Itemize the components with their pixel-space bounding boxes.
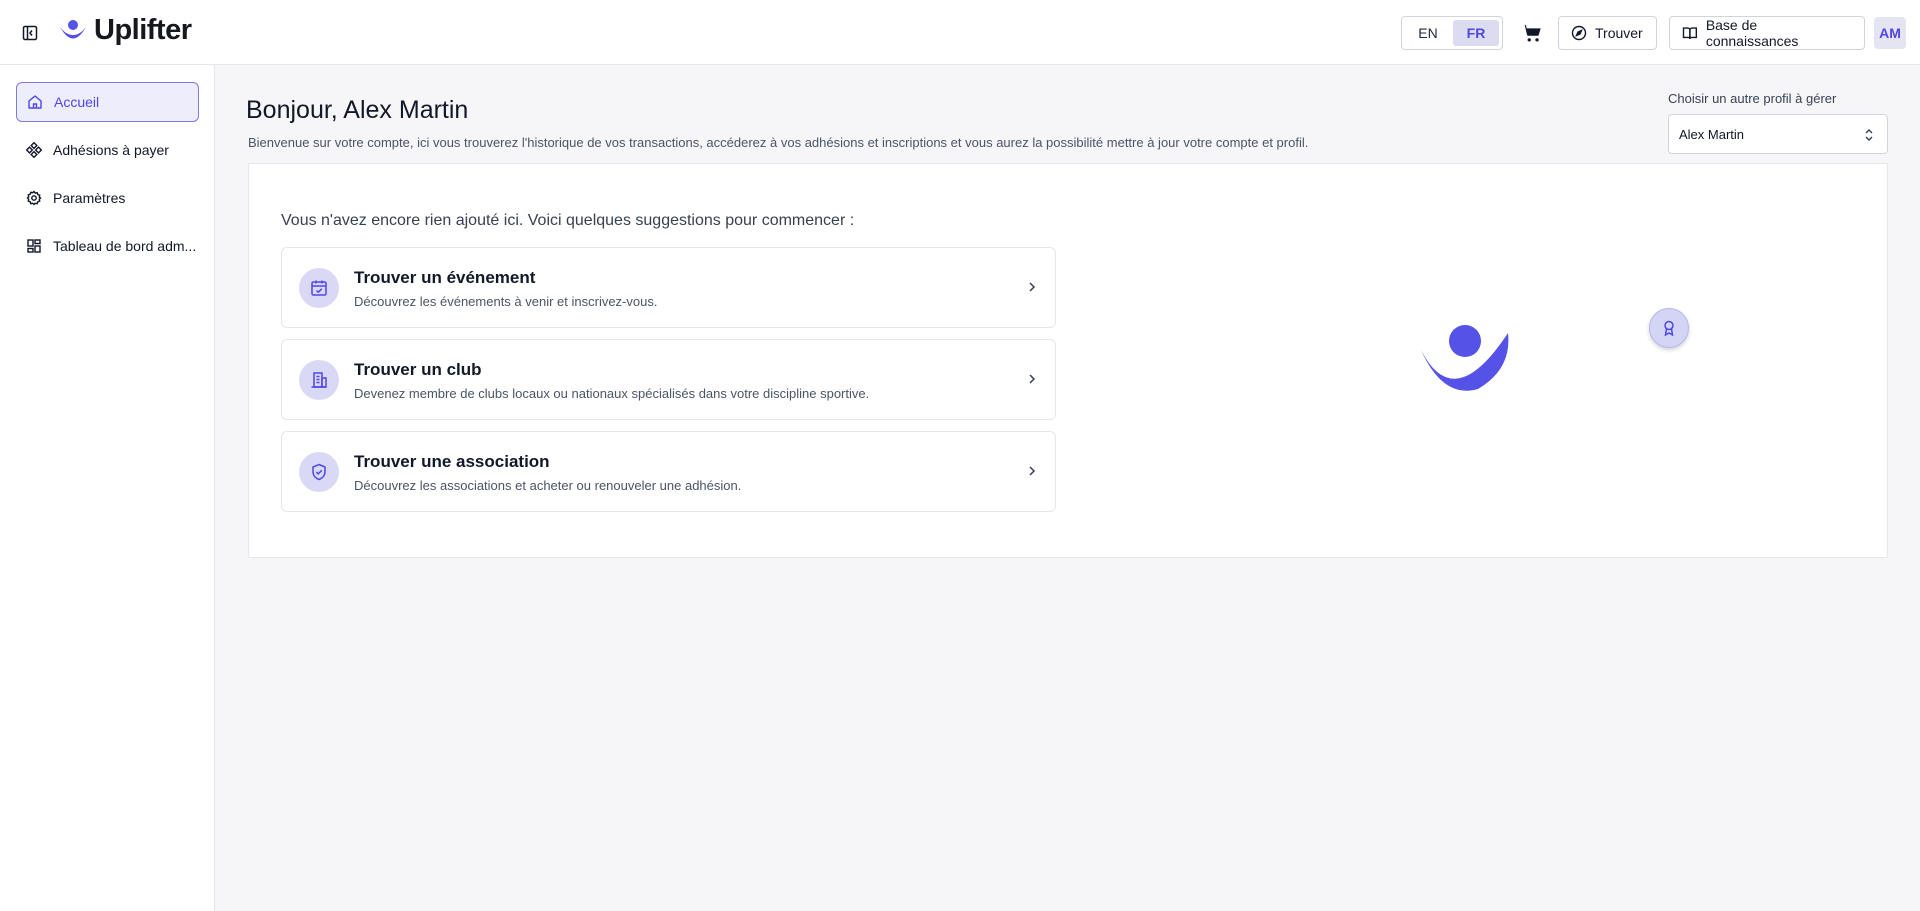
language-switcher: EN FR	[1401, 16, 1503, 50]
profile-select-label: Choisir un autre profil à gérer	[1668, 91, 1837, 106]
suggestion-description: Découvrez les associations et acheter ou…	[354, 478, 742, 493]
components-icon	[25, 141, 43, 159]
sidebar-item-label: Adhésions à payer	[53, 142, 169, 158]
sidebar-item-label: Tableau de bord adm...	[53, 238, 197, 254]
avatar[interactable]: AM	[1874, 17, 1906, 49]
chevron-right-icon	[1029, 466, 1036, 476]
chevron-right-icon	[1029, 374, 1036, 384]
award-icon	[1664, 320, 1674, 337]
sidebar-item-accueil[interactable]: Accueil	[16, 82, 199, 122]
chevron-right-icon	[1029, 282, 1036, 292]
suggestion-find-association[interactable]: Trouver une association Découvrez les as…	[281, 431, 1056, 512]
lang-en-button[interactable]: EN	[1405, 20, 1451, 46]
brand-name: Uplifter	[94, 14, 192, 46]
calendar-check-icon	[299, 268, 339, 308]
suggestion-title: Trouver un club	[354, 360, 482, 379]
book-icon	[1682, 27, 1698, 40]
home-icon	[26, 93, 44, 111]
suggestion-find-club[interactable]: Trouver un club Devenez membre de clubs …	[281, 339, 1056, 420]
top-bar: Uplifter EN FR Trouver Base de connaissa…	[0, 0, 1920, 65]
award-badge-button[interactable]	[1649, 308, 1689, 348]
find-label: Trouver	[1595, 25, 1643, 41]
page-title: Bonjour, Alex Martin	[246, 96, 469, 124]
find-button[interactable]: Trouver	[1558, 16, 1657, 50]
lang-fr-button[interactable]: FR	[1453, 20, 1499, 46]
sidebar-item-adhesions[interactable]: Adhésions à payer	[16, 130, 199, 170]
building-icon	[299, 360, 339, 400]
sidebar-item-tableau-de-bord[interactable]: Tableau de bord adm...	[16, 226, 199, 266]
suggestion-find-event[interactable]: Trouver un événement Découvrez les événe…	[281, 247, 1056, 328]
compass-icon	[1571, 25, 1587, 41]
uplifter-illustration-icon	[1421, 325, 1509, 391]
suggestion-title: Trouver un événement	[354, 268, 536, 287]
gear-icon	[25, 189, 43, 207]
sidebar: Accueil Adhésions à payer Paramètres Tab…	[0, 65, 215, 911]
knowledge-base-label: Base de connaissances	[1705, 17, 1799, 49]
suggestion-description: Devenez membre de clubs locaux ou nation…	[354, 386, 870, 401]
suggestion-title: Trouver une association	[354, 452, 550, 471]
dashboard-icon	[25, 237, 43, 255]
brand-logo[interactable]: Uplifter	[58, 14, 192, 47]
sidebar-item-label: Accueil	[54, 94, 100, 110]
sidebar-item-parametres[interactable]: Paramètres	[16, 178, 199, 218]
profile-select[interactable]: Alex Martin	[1668, 114, 1888, 154]
sidebar-toggle-icon[interactable]	[20, 23, 40, 43]
uplifter-logo-icon	[60, 19, 86, 38]
knowledge-base-button[interactable]: Base de connaissances	[1669, 16, 1865, 50]
empty-state-intro: Vous n'avez encore rien ajouté ici. Voic…	[281, 212, 855, 229]
cart-icon[interactable]	[1519, 20, 1545, 46]
profile-select-value: Alex Martin	[1679, 126, 1745, 142]
chevron-up-down-icon	[1865, 129, 1873, 141]
welcome-text: Bienvenue sur votre compte, ici vous tro…	[248, 135, 1309, 150]
shield-check-icon	[299, 452, 339, 492]
sidebar-item-label: Paramètres	[53, 190, 126, 206]
suggestion-description: Découvrez les événements à venir et insc…	[354, 294, 658, 309]
